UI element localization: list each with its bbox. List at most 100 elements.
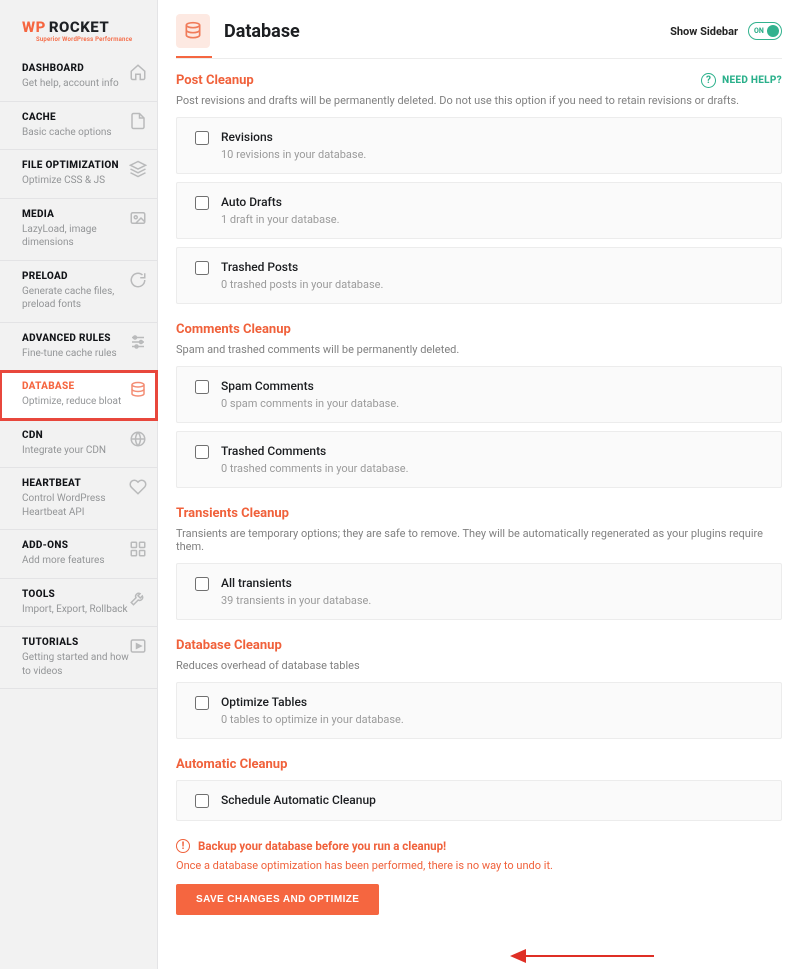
sidebar-item-label: PRELOAD: [22, 271, 129, 282]
option-sub: 0 spam comments in your database.: [221, 397, 399, 410]
option-sub: 39 transients in your database.: [221, 594, 371, 607]
sidebar-item-sub: Control WordPress Heartbeat API: [22, 492, 129, 519]
warning-row: ! Backup your database before you run a …: [176, 839, 782, 853]
puzzle-icon: [129, 540, 147, 558]
toggle-on-text: ON: [754, 27, 764, 35]
option-sub: 1 draft in your database.: [221, 213, 340, 226]
sidebar-item-cache[interactable]: CACHE Basic cache options: [0, 102, 157, 151]
checkbox-trashed-posts[interactable]: [195, 261, 209, 275]
main-content: Database Show Sidebar ON Post Cleanup ? …: [158, 0, 800, 969]
section-transients-cleanup: Transients Cleanup Transients are tempor…: [176, 506, 782, 620]
sidebar-item-sub: Optimize CSS & JS: [22, 174, 119, 188]
section-automatic-cleanup: Automatic Cleanup Schedule Automatic Cle…: [176, 757, 782, 821]
sidebar-item-label: HEARTBEAT: [22, 478, 129, 489]
show-sidebar-toggle[interactable]: ON: [748, 22, 782, 40]
sidebar-item-label: CACHE: [22, 112, 112, 123]
toggle-knob: [767, 25, 779, 37]
option-label: Schedule Automatic Cleanup: [221, 793, 376, 807]
sidebar-item-sub: Getting started and how to videos: [22, 651, 129, 678]
sidebar-item-sub: Integrate your CDN: [22, 444, 106, 458]
option-trashed-comments: Trashed Comments 0 trashed comments in y…: [176, 431, 782, 488]
sidebar-item-sub: Optimize, reduce bloat: [22, 395, 121, 409]
need-help-link[interactable]: ? NEED HELP?: [701, 73, 782, 88]
section-desc: Spam and trashed comments will be perman…: [176, 343, 782, 356]
option-sub: 0 tables to optimize in your database.: [221, 713, 404, 726]
sidebar-item-label: FILE OPTIMIZATION: [22, 160, 119, 171]
save-changes-button[interactable]: SAVE CHANGES AND OPTIMIZE: [176, 884, 379, 915]
sidebar-item-heartbeat[interactable]: HEARTBEAT Control WordPress Heartbeat AP…: [0, 468, 157, 530]
sidebar-item-advanced-rules[interactable]: ADVANCED RULES Fine-tune cache rules: [0, 323, 157, 372]
sidebar-item-tools[interactable]: TOOLS Import, Export, Rollback: [0, 579, 157, 628]
option-trashed-posts: Trashed Posts 0 trashed posts in your da…: [176, 247, 782, 304]
sidebar-item-label: MEDIA: [22, 209, 129, 220]
logo: WP ROCKET Superior WordPress Performance: [0, 0, 157, 53]
page-icon: [176, 14, 210, 48]
header-divider: [176, 58, 782, 59]
refresh-icon: [129, 271, 147, 289]
checkbox-spam-comments[interactable]: [195, 380, 209, 394]
section-title: Database Cleanup: [176, 638, 782, 653]
checkbox-auto-drafts[interactable]: [195, 196, 209, 210]
database-icon: [129, 381, 147, 399]
warning-icon: !: [176, 839, 190, 853]
sidebar-item-database[interactable]: DATABASE Optimize, reduce bloat: [0, 371, 157, 420]
sidebar-item-label: CDN: [22, 430, 106, 441]
sidebar-item-media[interactable]: MEDIA LazyLoad, image dimensions: [0, 199, 157, 261]
nav: DASHBOARD Get help, account info CACHE B…: [0, 53, 157, 689]
section-desc: Reduces overhead of database tables: [176, 659, 782, 672]
sidebar: WP ROCKET Superior WordPress Performance…: [0, 0, 158, 969]
warning-sub: Once a database optimization has been pe…: [176, 859, 782, 872]
option-label: Revisions: [221, 130, 366, 144]
sidebar-item-sub: Fine-tune cache rules: [22, 347, 117, 361]
option-spam-comments: Spam Comments 0 spam comments in your da…: [176, 366, 782, 423]
need-help-text: NEED HELP?: [722, 75, 782, 86]
section-title: Transients Cleanup: [176, 506, 782, 521]
help-icon: ?: [701, 73, 716, 88]
sidebar-item-cdn[interactable]: CDN Integrate your CDN: [0, 420, 157, 469]
sidebar-item-label: DATABASE: [22, 381, 121, 392]
sidebar-item-tutorials[interactable]: TUTORIALS Getting started and how to vid…: [0, 627, 157, 689]
section-title: Post Cleanup: [176, 73, 254, 88]
sidebar-item-file-optimization[interactable]: FILE OPTIMIZATION Optimize CSS & JS: [0, 150, 157, 199]
sidebar-item-label: ADVANCED RULES: [22, 333, 117, 344]
section-post-cleanup: Post Cleanup ? NEED HELP? Post revisions…: [176, 73, 782, 304]
section-desc: Post revisions and drafts will be perman…: [176, 94, 782, 107]
logo-wp-text: WP: [22, 18, 46, 36]
sidebar-item-addons[interactable]: ADD-ONS Add more features: [0, 530, 157, 579]
annotation-arrow: [510, 949, 654, 963]
wrench-icon: [129, 589, 147, 607]
heart-icon: [129, 478, 147, 496]
checkbox-schedule-cleanup[interactable]: [195, 794, 209, 808]
option-sub: 0 trashed posts in your database.: [221, 278, 383, 291]
logo-tagline: Superior WordPress Performance: [36, 36, 143, 43]
sidebar-item-preload[interactable]: PRELOAD Generate cache files, preload fo…: [0, 261, 157, 323]
sidebar-item-label: TOOLS: [22, 589, 128, 600]
option-sub: 0 trashed comments in your database.: [221, 462, 408, 475]
section-comments-cleanup: Comments Cleanup Spam and trashed commen…: [176, 322, 782, 488]
option-optimize-tables: Optimize Tables 0 tables to optimize in …: [176, 682, 782, 739]
logo-rocket-text: ROCKET: [49, 18, 109, 36]
file-icon: [129, 112, 147, 130]
sidebar-item-sub: Get help, account info: [22, 77, 119, 91]
home-icon: [129, 63, 147, 81]
sidebar-item-sub: Generate cache files, preload fonts: [22, 285, 129, 312]
sidebar-item-dashboard[interactable]: DASHBOARD Get help, account info: [0, 53, 157, 102]
checkbox-revisions[interactable]: [195, 131, 209, 145]
checkbox-optimize-tables[interactable]: [195, 696, 209, 710]
show-sidebar-label: Show Sidebar: [670, 25, 738, 38]
option-label: Auto Drafts: [221, 195, 340, 209]
option-label: All transients: [221, 576, 371, 590]
sidebar-item-label: TUTORIALS: [22, 637, 129, 648]
option-label: Trashed Posts: [221, 260, 383, 274]
option-label: Trashed Comments: [221, 444, 408, 458]
checkbox-all-transients[interactable]: [195, 577, 209, 591]
page-title: Database: [224, 21, 300, 42]
option-auto-drafts: Auto Drafts 1 draft in your database.: [176, 182, 782, 239]
sidebar-item-label: ADD-ONS: [22, 540, 104, 551]
globe-icon: [129, 430, 147, 448]
checkbox-trashed-comments[interactable]: [195, 445, 209, 459]
option-label: Optimize Tables: [221, 695, 404, 709]
sidebar-item-sub: Add more features: [22, 554, 104, 568]
option-revisions: Revisions 10 revisions in your database.: [176, 117, 782, 174]
play-icon: [129, 637, 147, 655]
